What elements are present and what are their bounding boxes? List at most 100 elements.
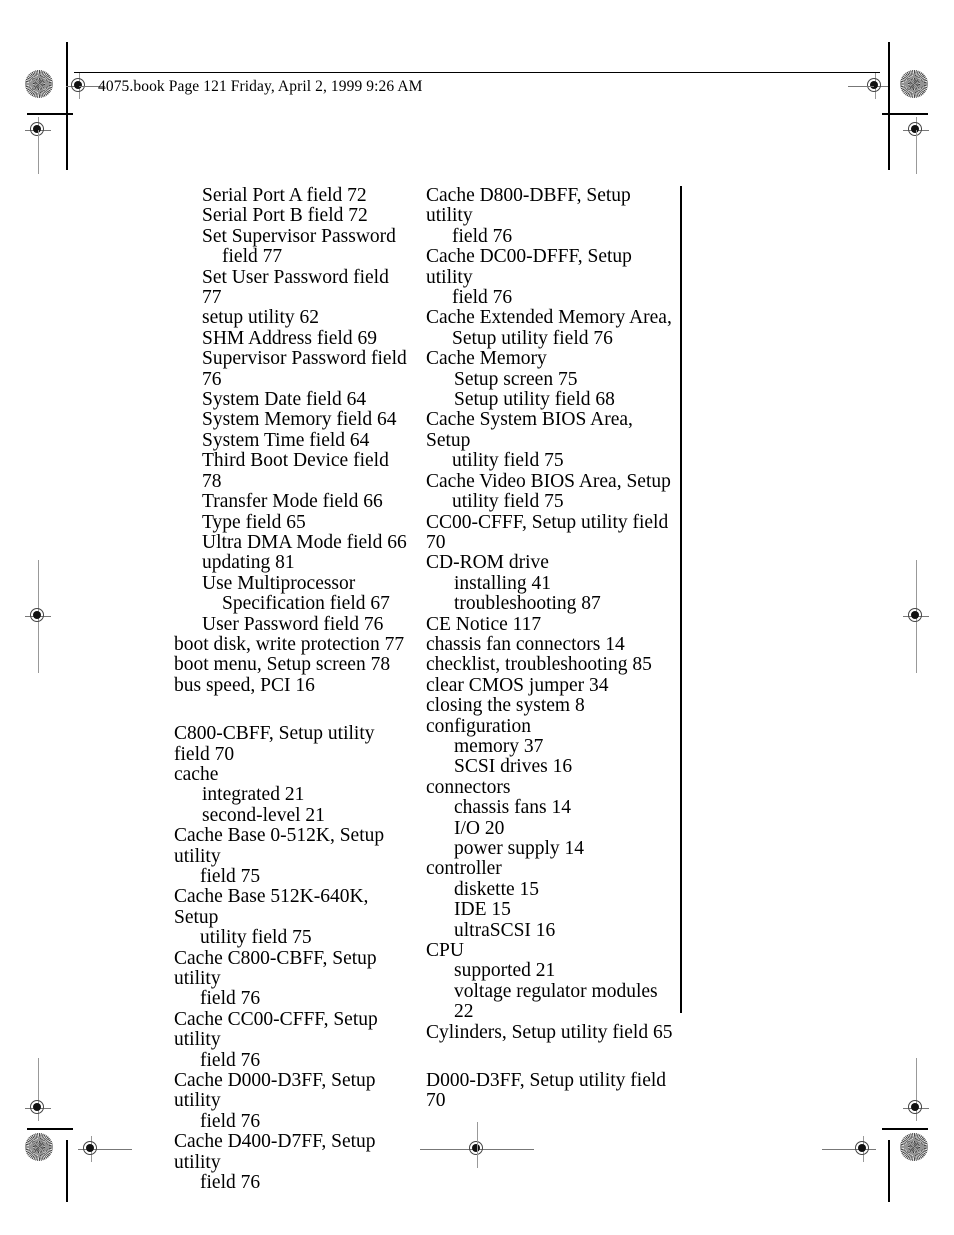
index-entry[interactable]: Set User Password field 77: [202, 267, 409, 309]
index-entry[interactable]: Cache Extended Memory Area, Setup utility…: [426, 308, 676, 349]
index-entry-text: bus speed, PCI 16: [174, 674, 315, 696]
index-entry-continuation: field 76: [200, 1172, 261, 1194]
index-entry[interactable]: System Time field 64: [202, 430, 409, 451]
registration-target-right-middle: [903, 603, 929, 629]
index-entry-text: SCSI drives 16: [454, 756, 573, 778]
index-entry[interactable]: Cache C800-CBFF, Setup utility field 76: [174, 948, 409, 1010]
index-entry[interactable]: memory 37: [454, 736, 676, 757]
index-entry[interactable]: Cache System BIOS Area, Setup utility fie…: [426, 410, 676, 472]
index-entry[interactable]: IDE 15: [454, 900, 676, 920]
index-entry[interactable]: controller: [426, 859, 676, 879]
index-entry-text: Cache Video BIOS Area, Setup: [426, 470, 671, 492]
index-entry[interactable]: D000-D3FF, Setup utility field 70: [426, 1070, 676, 1112]
index-entry[interactable]: Setup screen 75: [454, 369, 676, 390]
index-entry-continuation: field 76: [200, 1049, 261, 1071]
index-entry[interactable]: power supply 14: [454, 838, 676, 859]
index-entry[interactable]: Cache Base 512K-640K, Setup utility field…: [174, 887, 409, 949]
index-entry[interactable]: clear CMOS jumper 34: [426, 675, 676, 696]
index-entry[interactable]: CE Notice 117: [426, 613, 676, 635]
moire-patch-bottom-right: [900, 1133, 928, 1161]
index-entry[interactable]: installing 41: [454, 573, 676, 594]
index-entry[interactable]: integrated 21: [202, 785, 409, 805]
index-entry[interactable]: Supervisor Password field 76: [202, 348, 409, 390]
index-entry[interactable]: Transfer Mode field 66: [202, 491, 409, 512]
index-entry[interactable]: boot menu, Setup screen 78: [174, 655, 409, 675]
index-entry-text: Third Boot Device field 78: [202, 450, 389, 492]
registration-rule-bottom-center-right: [488, 1149, 534, 1150]
index-entry[interactable]: Serial Port A field 72: [202, 185, 409, 206]
registration-rule-right-middle-lower: [915, 628, 917, 673]
index-entry-text: checklist, troubleshooting 85: [426, 654, 652, 676]
index-entry[interactable]: CC00-CFFF, Setup utility field 70: [426, 512, 676, 554]
index-entry[interactable]: ultraSCSI 16: [454, 920, 676, 941]
index-entry[interactable]: CD-ROM drive: [426, 553, 676, 573]
index-entry[interactable]: second-level 21: [202, 805, 409, 826]
index-entry[interactable]: Cache Video BIOS Area, Setup utility fiel…: [426, 470, 676, 513]
index-entry[interactable]: Setup utility field 68: [454, 389, 676, 410]
index-entry-text: IDE 15: [454, 899, 511, 921]
index-entry-text: chassis fans 14: [454, 797, 571, 819]
index-entry-text: CE Notice 117: [426, 613, 542, 635]
index-entry[interactable]: updating 81: [202, 553, 409, 573]
index-entry[interactable]: CPU: [426, 940, 676, 962]
index-entry[interactable]: closing the system 8: [426, 695, 676, 716]
index-entry[interactable]: Ultra DMA Mode field 66: [202, 532, 409, 553]
trim-mark-left-bottom: [66, 1140, 68, 1202]
index-entry[interactable]: I/O 20: [454, 818, 676, 839]
index-entry[interactable]: Cache Memory: [426, 349, 676, 369]
index-entry-text: Cache D000-D3FF, Setup utility: [174, 1070, 376, 1112]
index-entry[interactable]: Serial Port B field 72: [202, 206, 409, 226]
index-entry[interactable]: chassis fans 14: [454, 797, 676, 819]
index-entry[interactable]: Type field 65: [202, 512, 409, 533]
index-entry-text: diskette 15: [454, 878, 540, 900]
registration-rule-bottom-center-left: [420, 1149, 466, 1150]
index-entry-text: Cache DC00-DFFF, Setup utility: [426, 246, 632, 288]
index-entry[interactable]: User Password field 76: [202, 614, 409, 635]
registration-target-bottom-left: [78, 1136, 104, 1162]
index-entry-text: SHM Address field 69: [202, 327, 377, 349]
trim-mark-left-lower: [27, 1128, 73, 1130]
index-entry-text: Cylinders, Setup utility field 65: [426, 1021, 673, 1043]
index-entry[interactable]: Cache D400-D7FF, Setup utility field 76: [174, 1131, 409, 1194]
index-entry[interactable]: configuration: [426, 716, 676, 737]
index-entry[interactable]: System Memory field 64: [202, 410, 409, 430]
index-entry[interactable]: supported 21: [454, 961, 676, 981]
index-entry[interactable]: Cache DC00-DFFF, Setup utility field 76: [426, 246, 676, 308]
trim-mark-right-top: [888, 42, 890, 170]
index-entry[interactable]: boot disk, write protection 77: [174, 634, 409, 655]
index-entry[interactable]: Cache Base 0-512K, Setup utility field 75: [174, 825, 409, 887]
index-entry[interactable]: chassis fan connectors 14: [426, 634, 676, 655]
index-entry-text: Serial Port B field 72: [202, 205, 368, 227]
index-entry[interactable]: Use Multiprocessor Specification field 67: [202, 573, 409, 615]
index-entry[interactable]: Cache D800-DBFF, Setup utility field 76: [426, 185, 676, 247]
index-entry[interactable]: Cache D000-D3FF, Setup utility field 76: [174, 1070, 409, 1132]
index-entry[interactable]: Cylinders, Setup utility field 65: [426, 1021, 676, 1043]
index-entry[interactable]: Set Supervisor Password field 77: [202, 225, 409, 268]
index-entry[interactable]: setup utility 62: [202, 308, 409, 328]
index-entry-text: setup utility 62: [202, 307, 319, 329]
index-entry[interactable]: Third Boot Device field 78: [202, 450, 409, 492]
index-entry[interactable]: bus speed, PCI 16: [174, 674, 409, 696]
index-entry[interactable]: checklist, troubleshooting 85: [426, 655, 676, 675]
index-entry-text: Set Supervisor Password: [202, 225, 396, 247]
index-entry-text: updating 81: [202, 552, 295, 574]
index-entry[interactable]: diskette 15: [454, 878, 676, 900]
index-entry[interactable]: cache: [174, 764, 409, 785]
index-entry[interactable]: voltage regulator modules 22: [454, 981, 676, 1023]
index-entry[interactable]: System Date field 64: [202, 389, 409, 410]
index-entry-continuation: Specification field 67: [222, 593, 390, 615]
index-entry-text: Cache D400-D7FF, Setup utility: [174, 1131, 376, 1173]
registration-rule-right-middle-upper: [915, 560, 917, 605]
index-entry[interactable]: SHM Address field 69: [202, 327, 409, 349]
index-entry[interactable]: troubleshooting 87: [454, 593, 676, 614]
index-entry-text: Cache Extended Memory Area,: [426, 307, 672, 329]
index-entry[interactable]: SCSI drives 16: [454, 757, 676, 777]
registration-rule-top-right-h: [848, 86, 874, 87]
index-entry-text: CPU: [426, 940, 464, 962]
index-entry[interactable]: C800-CBFF, Setup utility field 70: [174, 723, 409, 765]
index-entry-text: C800-CBFF, Setup utility field 70: [174, 723, 375, 765]
index-entry[interactable]: Cache CC00-CFFF, Setup utility field 76: [174, 1009, 409, 1071]
index-entry-text: supported 21: [454, 960, 556, 982]
index-entry[interactable]: connectors: [426, 777, 676, 798]
registration-rule-bottom-right-h: [822, 1149, 850, 1150]
